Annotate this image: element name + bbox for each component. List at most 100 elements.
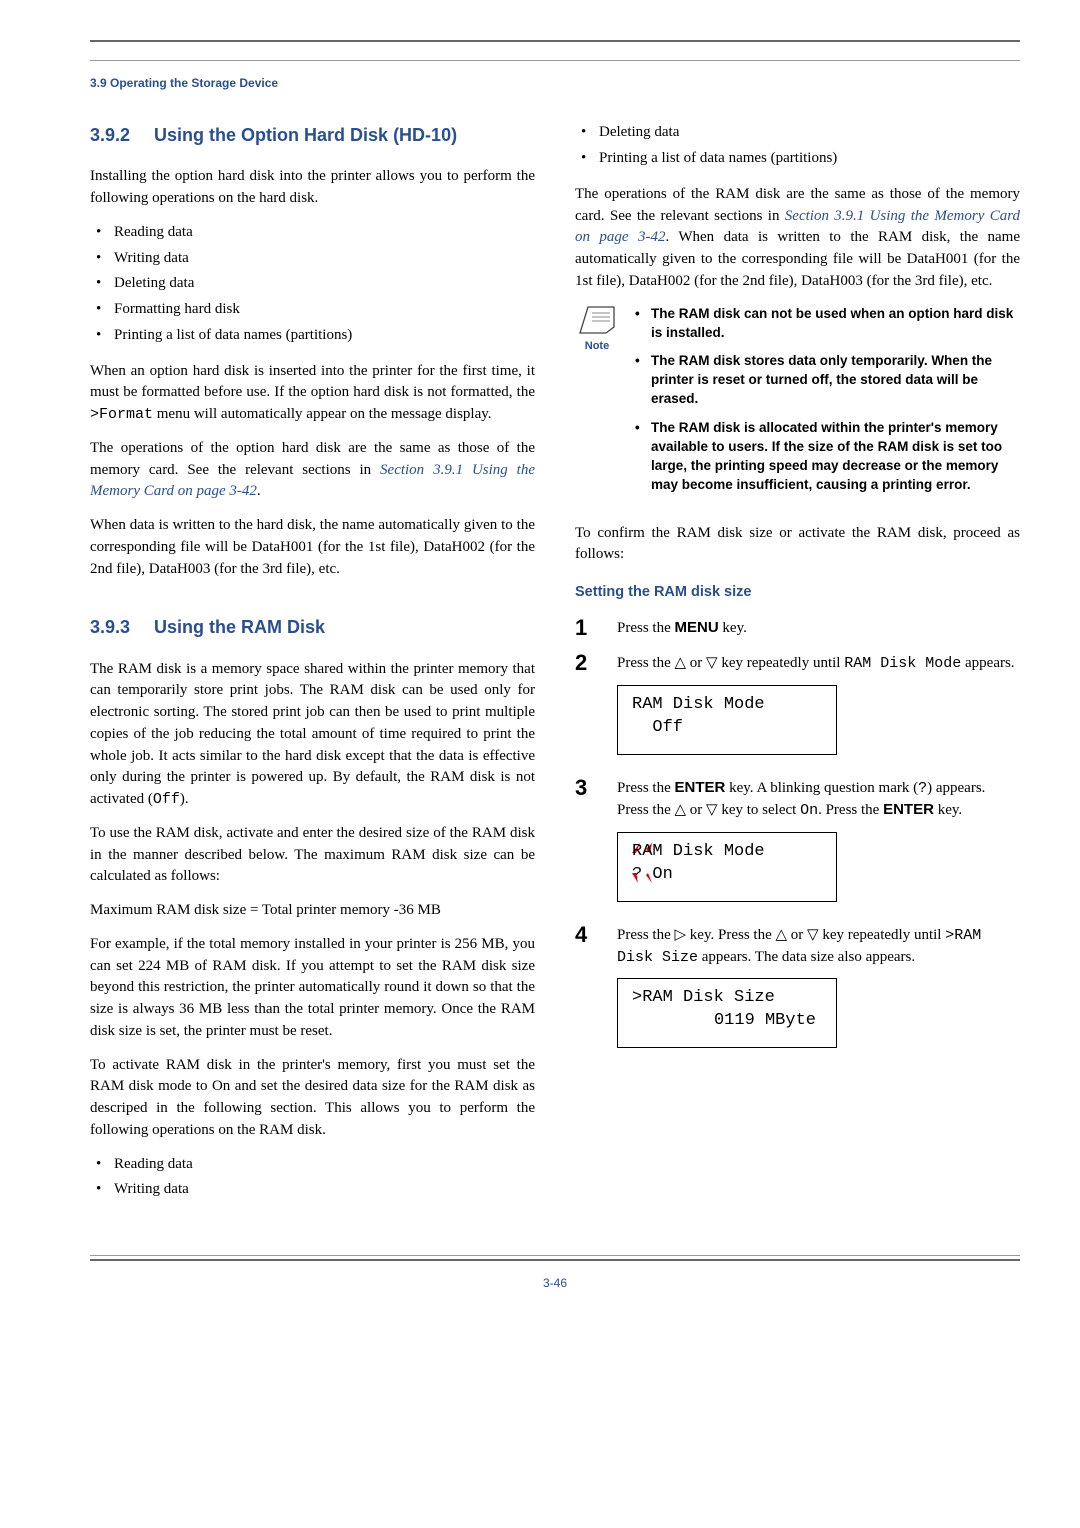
list-item: Writing data <box>90 1179 535 1201</box>
list-item: Deleting data <box>575 122 1020 144</box>
code-on: On <box>800 802 818 819</box>
running-header: 3.9 Operating the Storage Device <box>90 75 1020 92</box>
text: key repeatedly until <box>718 655 845 671</box>
text: The RAM disk is a memory space shared wi… <box>90 661 535 808</box>
text: Press the <box>617 620 675 636</box>
heading-392: 3.9.2 Using the Option Hard Disk (HD-10) <box>90 122 535 148</box>
note-icon <box>578 305 616 337</box>
key-enter: ENTER <box>883 801 934 818</box>
list-item: Reading data <box>90 1154 535 1176</box>
text: key to select <box>718 802 800 818</box>
lcd-line: RAM Disk Mode <box>632 841 822 864</box>
step-number: 3 <box>575 777 597 912</box>
para-right-sameops: The operations of the RAM disk are the s… <box>575 184 1020 293</box>
lcd-line: 0119 MByte <box>632 1010 822 1033</box>
para-393-use: To use the RAM disk, activate and enter … <box>90 823 535 888</box>
step-body: Press the ENTER key. A blinking question… <box>617 777 1020 912</box>
list-item: Printing a list of data names (partition… <box>575 148 1020 170</box>
lcd-line: Off <box>632 717 822 740</box>
note-label: Note <box>575 339 619 355</box>
heading-title: Using the Option Hard Disk (HD-10) <box>154 122 535 148</box>
step-3-text: Press the ENTER key. A blinking question… <box>617 777 1020 823</box>
text: ). <box>180 791 189 807</box>
right-triangle-icon: ▷ <box>675 926 687 943</box>
note-item: The RAM disk can not be used when an opt… <box>631 305 1020 343</box>
list-item: Writing data <box>90 248 535 270</box>
text: key. A blinking question mark ( <box>725 780 918 796</box>
step-body: Press the MENU key. <box>617 617 1020 640</box>
text: or <box>686 802 706 818</box>
two-column-layout: 3.9.2 Using the Option Hard Disk (HD-10)… <box>90 122 1020 1215</box>
heading-number: 3.9.2 <box>90 122 130 148</box>
step-number: 4 <box>575 924 597 1058</box>
up-triangle-icon: △ <box>675 801 687 818</box>
step-body: Press the △ or ▽ key repeatedly until RA… <box>617 652 1020 765</box>
code-ram-disk-mode: RAM Disk Mode <box>844 655 961 672</box>
para-392-intro: Installing the option hard disk into the… <box>90 166 535 210</box>
text: or <box>686 655 706 671</box>
list-item: Printing a list of data names (partition… <box>90 325 535 347</box>
para-confirm: To confirm the RAM disk size or activate… <box>575 523 1020 567</box>
subhead-setting-size: Setting the RAM disk size <box>575 582 1020 603</box>
step-2-text: Press the △ or ▽ key repeatedly until RA… <box>617 652 1020 675</box>
text: key. <box>934 802 962 818</box>
down-triangle-icon: ▽ <box>706 654 718 671</box>
para-392-seealso: The operations of the option hard disk a… <box>90 438 535 503</box>
text: appears. <box>961 655 1014 671</box>
lcd-display-3: >RAM Disk Size 0119 MByte <box>617 978 837 1048</box>
list-item: Reading data <box>90 222 535 244</box>
lcd-display-1: RAM Disk Mode Off <box>617 685 837 755</box>
note-item: The RAM disk is allocated within the pri… <box>631 419 1020 495</box>
page-number: 3-46 <box>90 1275 1020 1292</box>
para-392-naming: When data is written to the hard disk, t… <box>90 515 535 580</box>
note-body: The RAM disk can not be used when an opt… <box>631 305 1020 505</box>
list-item: Formatting hard disk <box>90 299 535 321</box>
code-question: ? <box>918 780 927 797</box>
text: or <box>787 927 807 943</box>
up-triangle-icon: △ <box>675 654 687 671</box>
text: menu will automatically appear on the me… <box>153 406 492 422</box>
text: key. Press the <box>686 927 775 943</box>
code-format: >Format <box>90 406 153 423</box>
step-number: 2 <box>575 652 597 765</box>
heading-393: 3.9.3 Using the RAM Disk <box>90 614 535 640</box>
heading-number: 3.9.3 <box>90 614 130 640</box>
step-4: 4 Press the ▷ key. Press the △ or ▽ key … <box>575 924 1020 1058</box>
rule-top-thick <box>90 40 1020 42</box>
text: . Press the <box>818 802 883 818</box>
para-393-intro: The RAM disk is a memory space shared wi… <box>90 659 535 811</box>
lcd-line: ? On <box>632 864 822 887</box>
step-1: 1 Press the MENU key. <box>575 617 1020 640</box>
bottom-rules <box>90 1255 1020 1261</box>
note-block: Note The RAM disk can not be used when a… <box>575 305 1020 505</box>
left-column: 3.9.2 Using the Option Hard Disk (HD-10)… <box>90 122 535 1215</box>
para-392-format: When an option hard disk is inserted int… <box>90 361 535 426</box>
para-393-formula: Maximum RAM disk size = Total printer me… <box>90 900 535 922</box>
note-icon-wrap: Note <box>575 305 619 505</box>
down-triangle-icon: ▽ <box>807 926 819 943</box>
text: Press the <box>617 780 675 796</box>
text: key repeatedly until <box>819 927 946 943</box>
heading-title: Using the RAM Disk <box>154 614 535 640</box>
text: Press the <box>617 655 675 671</box>
list-392-ops: Reading data Writing data Deleting data … <box>90 222 535 347</box>
rule-bottom-thick <box>90 1259 1020 1261</box>
para-393-example: For example, if the total memory install… <box>90 934 535 1043</box>
step-4-text: Press the ▷ key. Press the △ or ▽ key re… <box>617 924 1020 969</box>
text: appears. The data size also appears. <box>698 949 915 965</box>
step-3: 3 Press the ENTER key. A blinking questi… <box>575 777 1020 912</box>
text: key. <box>719 620 747 636</box>
step-2: 2 Press the △ or ▽ key repeatedly until … <box>575 652 1020 765</box>
rule-top-thin <box>90 60 1020 61</box>
step-body: Press the ▷ key. Press the △ or ▽ key re… <box>617 924 1020 1058</box>
lcd-display-2: RAM Disk Mode ? On <box>617 832 837 902</box>
down-triangle-icon: ▽ <box>706 801 718 818</box>
key-menu: MENU <box>675 619 719 636</box>
right-column: Deleting data Printing a list of data na… <box>575 122 1020 1215</box>
list-393-ops-right: Deleting data Printing a list of data na… <box>575 122 1020 170</box>
text: Press the <box>617 927 675 943</box>
up-triangle-icon: △ <box>775 926 787 943</box>
code-off: Off <box>153 791 180 808</box>
text: When an option hard disk is inserted int… <box>90 363 535 401</box>
text: . <box>257 483 261 499</box>
